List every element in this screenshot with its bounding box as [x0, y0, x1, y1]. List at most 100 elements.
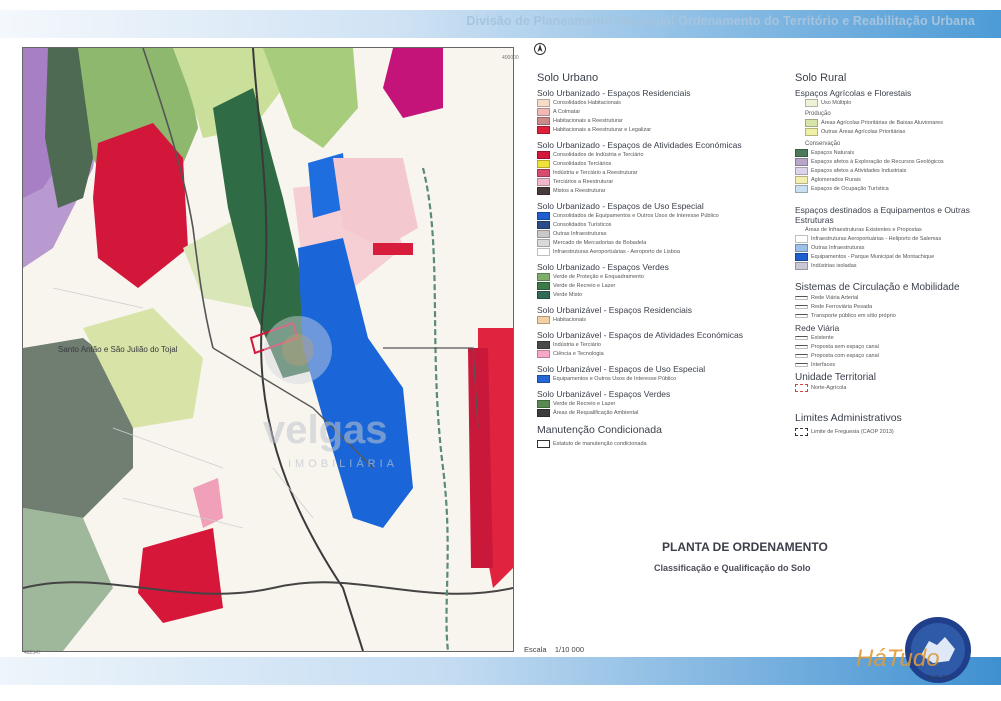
- legend-item: Habitacionais: [537, 315, 777, 324]
- legend-solo-rural: Solo Rural Espaços Agrícolas e Florestai…: [795, 72, 995, 436]
- legend-label: Consolidados de Indústria e Terciário: [553, 151, 644, 158]
- legend-swatch: [795, 383, 808, 392]
- legend-item: Verde de Recreio e Lazer: [537, 399, 777, 408]
- legend-item: Verde de Proteção e Enquadramento: [537, 272, 777, 281]
- legend-label: A Colmatar: [553, 108, 581, 115]
- legend-label: Infraestruturas Aeroportuárias - Helipor…: [811, 235, 942, 242]
- legend-item: Verde Misto: [537, 290, 777, 299]
- legend-swatch: [537, 229, 550, 238]
- legend-item: Áreas de Requalificação Ambiental: [537, 408, 777, 417]
- legend-item: Espaços Naturais: [795, 148, 995, 157]
- legend-item: Verde de Recreio e Lazer: [537, 281, 777, 290]
- legend-label: Limite de Freguesia (CAOP 2013): [811, 428, 894, 435]
- legend-item: Consolidados Habitacionais: [537, 98, 777, 107]
- legend-group-heading: Solo Urbanizado - Espaços de Uso Especia…: [537, 201, 704, 211]
- legend-item: Infraestruturas Aeroportuárias - Aeropor…: [537, 247, 777, 256]
- legend-label: Aglomerados Rurais: [811, 176, 861, 183]
- plan-subtitle: Classificação e Qualificação do Solo: [654, 563, 811, 573]
- legend-swatch: [795, 252, 808, 261]
- legend-label: Habitacionais a Reestruturar: [553, 117, 623, 124]
- legend-item: Aglomerados Rurais: [795, 175, 995, 184]
- legend-label: Equipamentos - Parque Municipal de Monta…: [811, 253, 935, 260]
- legend-label: Norte-Agrícola: [811, 384, 847, 391]
- legend-item: Outras Infraestruturas: [795, 243, 995, 252]
- legend-label: Outras Infraestruturas: [553, 230, 607, 237]
- legend-swatch: [795, 243, 808, 252]
- legend-swatch: [537, 408, 550, 417]
- legend-swatch: [537, 272, 550, 281]
- scale-value: 1/10 000: [554, 645, 585, 654]
- legend-label: Uso Múltiplo: [821, 99, 852, 106]
- legend-swatch: [537, 315, 550, 324]
- legend-group-heading: Espaços destinados a Equipamentos e Outr…: [795, 205, 970, 225]
- legend-swatch: [795, 344, 808, 349]
- legend-swatch: [537, 290, 550, 299]
- legend-label: Áreas Agrícolas Prioritárias de Baixas A…: [821, 119, 943, 126]
- legend-item: Uso Múltiplo: [805, 98, 995, 107]
- legend-item: Rede Ferroviária Pesada: [795, 302, 995, 311]
- legend-sublabel: Conservação: [805, 141, 841, 147]
- legend-swatch: [537, 399, 550, 408]
- legend-item: Infraestruturas Aeroportuárias - Helipor…: [795, 234, 995, 243]
- legend-item: Existente: [795, 333, 995, 342]
- legend-group-heading: Rede Viária: [795, 323, 840, 333]
- maintenance-title: Manutenção Condicionada: [537, 424, 662, 436]
- footer-band: [0, 657, 1001, 685]
- legend-sublabel: Produção: [805, 111, 831, 117]
- legend-item: Indústria e Terciário a Reestruturar: [537, 168, 777, 177]
- header-title: Divisão de Planeamento Municipal Ordenam…: [466, 14, 975, 28]
- legend-swatch: [537, 281, 550, 290]
- legend-label: Mercado de Mercadorias de Bobadela: [553, 239, 647, 246]
- legend-item: Interfaces: [795, 360, 995, 369]
- legend-swatch: [537, 116, 550, 125]
- legend-label: Rede Ferroviária Pesada: [811, 303, 873, 310]
- legend-swatch: [537, 186, 550, 195]
- legend-label: Mistos a Reestruturar: [553, 187, 606, 194]
- legend-item: Limite de Freguesia (CAOP 2013): [795, 427, 995, 436]
- legend-swatch: [537, 349, 550, 358]
- legend-group-heading: Sistemas de Circulação e Mobilidade: [795, 282, 960, 293]
- legend-label: Equipamentos e Outros Usos de Interesse …: [553, 375, 677, 382]
- legend-group-heading: Solo Urbanizável - Espaços Verdes: [537, 389, 671, 399]
- legend-label: Existente: [811, 334, 834, 341]
- legend-label: Verde de Proteção e Enquadramento: [553, 273, 644, 280]
- legend-item: A Colmatar: [537, 107, 777, 116]
- legend-item: Mistos a Reestruturar: [537, 186, 777, 195]
- legend-item: Proposta com espaço canal: [795, 351, 995, 360]
- legend-item: Proposta sem espaço canal: [795, 342, 995, 351]
- scale-label: Escala: [524, 645, 547, 654]
- legend-group-heading: Solo Urbanizado - Espaços de Atividades …: [537, 140, 742, 150]
- legend-item: Ciência e Tecnologia: [537, 349, 777, 358]
- legend-label: Indústrias isoladas: [811, 262, 857, 269]
- legend-item: Áreas Agrícolas Prioritárias de Baixas A…: [805, 118, 995, 127]
- legend-label: Interfaces: [811, 361, 836, 368]
- legend-swatch: [537, 211, 550, 220]
- legend-swatch: [537, 340, 550, 349]
- legend-label: Estatuto de manutenção condicionada: [553, 440, 647, 447]
- legend-swatch: [537, 177, 550, 186]
- legend-group-heading: Unidade Territorial: [795, 372, 876, 383]
- legend-group-heading: Solo Urbanizável - Espaços Residenciais: [537, 305, 692, 315]
- legend-solo-urbano: Solo Urbano Solo Urbanizado - Espaços Re…: [537, 72, 777, 448]
- legend-label: Terciários a Reestruturar: [553, 178, 614, 185]
- plan-title: PLANTA DE ORDENAMENTO: [662, 540, 828, 554]
- legend-item: Mercado de Mercadorias de Bobadela: [537, 238, 777, 247]
- legend-item: Outras Infraestruturas: [537, 229, 777, 238]
- north-arrow-icon: [534, 43, 546, 55]
- legend-label: Áreas de Requalificação Ambiental: [553, 409, 639, 416]
- legend-item: Habitacionais a Reestruturar: [537, 116, 777, 125]
- legend-label: Consolidados Terciários: [553, 160, 612, 167]
- legend-item: Consolidados de Indústria e Terciário: [537, 150, 777, 159]
- map-canvas[interactable]: Santo Antão e São Julião do Tojal velgas…: [22, 47, 514, 652]
- legend-label: Consolidados Habitacionais: [553, 99, 621, 106]
- legend-label: Espaços afetos à Exploração de Recursos …: [811, 158, 944, 165]
- legend-swatch: [805, 118, 818, 127]
- legend-label: Verde Misto: [553, 291, 583, 298]
- legend-label: Verde de Recreio e Lazer: [553, 282, 616, 289]
- legend-label: Espaços afetos a Atividades Industriais: [811, 167, 907, 174]
- legend-swatch: [795, 184, 808, 193]
- legend-item: Norte-Agrícola: [795, 383, 995, 392]
- legend-item: Espaços afetos a Atividades Industriais: [795, 166, 995, 175]
- legend-item: Consolidados de Equipamentos e Outros Us…: [537, 211, 777, 220]
- legend-item: Espaços de Ocupação Turística: [795, 184, 995, 193]
